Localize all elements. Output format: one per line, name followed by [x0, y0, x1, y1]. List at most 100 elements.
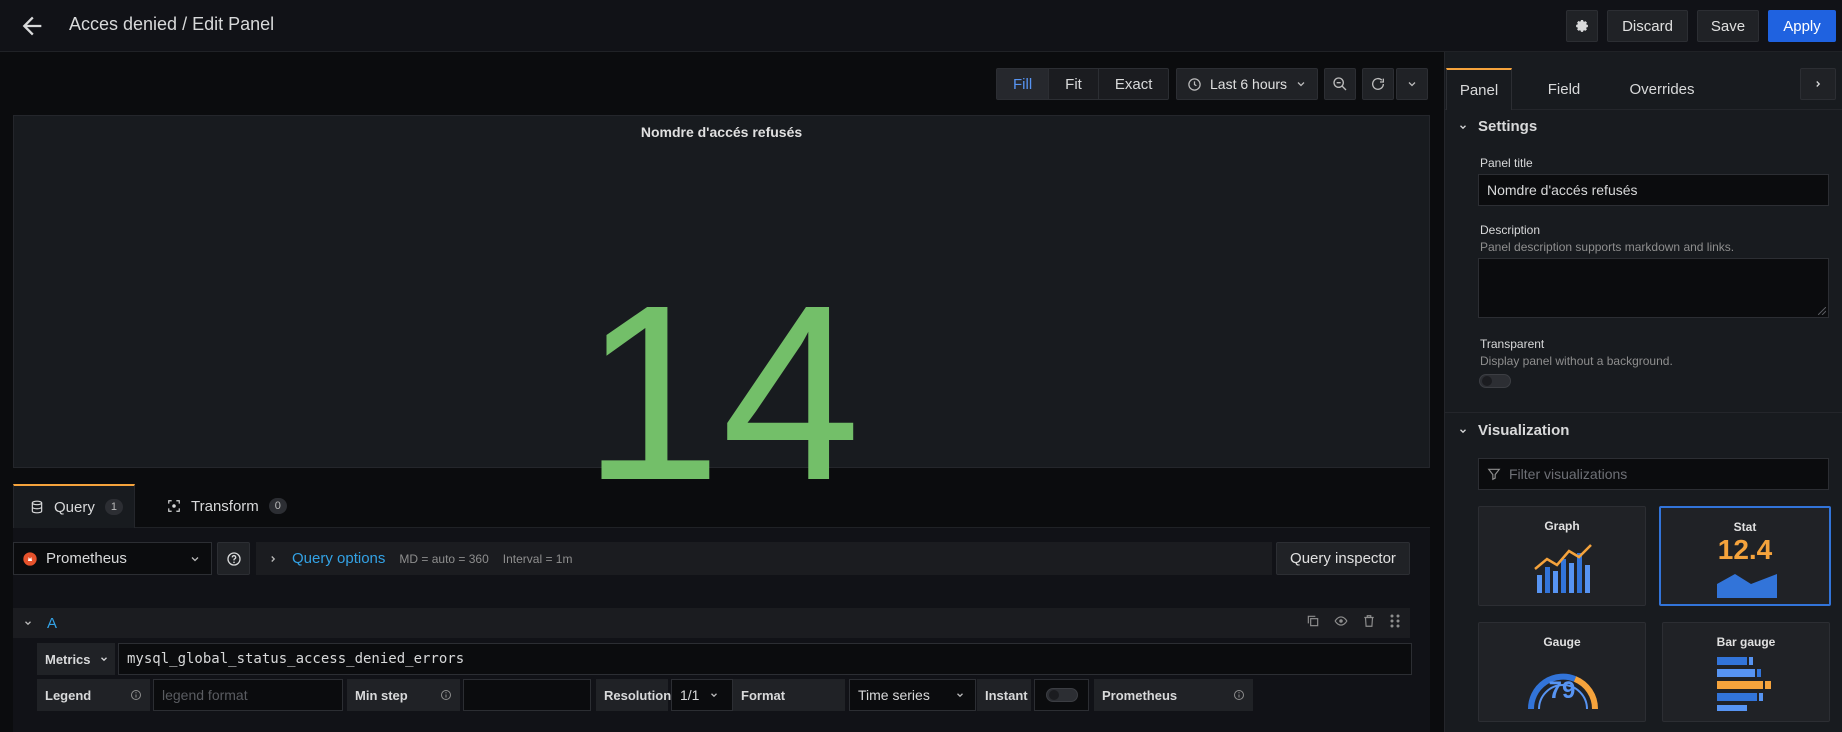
collapse-sidebar-button[interactable] — [1800, 68, 1836, 100]
prometheus-help-box: Prometheus — [1094, 679, 1253, 711]
view-mode-fit[interactable]: Fit — [1049, 69, 1099, 99]
datasource-select[interactable]: Prometheus — [13, 542, 212, 575]
back-arrow-icon[interactable] — [18, 12, 46, 40]
settings-section-header[interactable]: Settings — [1458, 118, 1537, 135]
zoom-out-button[interactable] — [1324, 68, 1356, 100]
info-circle-icon[interactable] — [130, 689, 142, 701]
tab-overrides[interactable]: Overrides — [1614, 68, 1710, 110]
panel-settings-button[interactable] — [1566, 10, 1598, 42]
tab-query[interactable]: Query 1 — [13, 484, 135, 528]
legend-input[interactable]: legend format — [153, 679, 343, 711]
metrics-dropdown[interactable]: Metrics — [37, 643, 115, 675]
copy-icon[interactable] — [1306, 614, 1320, 628]
tab-transform[interactable]: Transform 0 — [167, 484, 307, 528]
description-textarea[interactable] — [1478, 258, 1829, 318]
refresh-icon — [1372, 77, 1384, 90]
time-range-picker[interactable]: Last 6 hours — [1176, 68, 1318, 100]
instant-toggle[interactable] — [1045, 688, 1078, 702]
transform-icon — [168, 500, 180, 512]
viz-card-bar-gauge[interactable]: Bar gauge — [1662, 622, 1830, 722]
tab-query-count: 1 — [104, 499, 123, 515]
panel-title[interactable]: Nomdre d'accés refusés — [14, 124, 1429, 140]
visualization-section-label: Visualization — [1478, 422, 1570, 439]
format-label: Format — [733, 679, 845, 711]
chevron-down-icon — [957, 693, 963, 698]
query-row-header[interactable]: A — [13, 608, 1410, 638]
page-title: Acces denied / Edit Panel — [69, 14, 275, 34]
query-ref-id[interactable]: A — [47, 615, 57, 632]
view-mode-exact[interactable]: Exact — [1099, 69, 1169, 99]
format-select[interactable]: Time series — [849, 679, 976, 711]
tab-field[interactable]: Field — [1532, 68, 1596, 110]
info-circle-icon[interactable] — [1233, 689, 1245, 701]
panel-title-input[interactable]: Nomdre d'accés refusés — [1478, 174, 1829, 206]
description-label: Description — [1480, 223, 1541, 237]
chevron-down-icon — [1460, 124, 1466, 129]
viz-card-graph[interactable]: Graph — [1478, 506, 1646, 606]
viz-card-gauge-label: Gauge — [1543, 635, 1581, 649]
visualization-section-header[interactable]: Visualization — [1458, 422, 1569, 439]
chevron-down-icon — [711, 693, 718, 698]
save-button[interactable]: Save — [1697, 10, 1759, 42]
query-options-bar[interactable]: Query options MD = auto = 360 Interval =… — [256, 542, 1272, 575]
section-divider — [1444, 412, 1842, 413]
help-button[interactable] — [217, 542, 250, 575]
filter-visualizations-input[interactable]: Filter visualizations — [1478, 458, 1829, 490]
viz-card-bar-gauge-label: Bar gauge — [1716, 635, 1776, 649]
filter-icon — [1487, 468, 1501, 481]
datasource-name: Prometheus — [46, 550, 127, 567]
viz-card-stat-label: Stat — [1733, 520, 1757, 534]
resolution-value: 1/1 — [680, 687, 700, 703]
tab-transform-label: Transform — [191, 497, 259, 515]
gear-icon — [1576, 20, 1588, 32]
min-step-input[interactable] — [463, 679, 591, 711]
filter-placeholder: Filter visualizations — [1509, 466, 1628, 482]
trash-icon[interactable] — [1362, 614, 1376, 628]
view-mode-fill[interactable]: Fill — [997, 69, 1050, 99]
query-row-actions — [1306, 614, 1400, 628]
question-circle-icon — [226, 551, 241, 566]
drag-handle-icon[interactable] — [1390, 614, 1400, 628]
info-circle-icon[interactable] — [440, 689, 452, 701]
gauge-sample-value: 79 — [1548, 677, 1576, 704]
min-step-label: Min step — [355, 687, 408, 703]
resize-handle-icon[interactable] — [1818, 307, 1826, 315]
description-help: Panel description supports markdown and … — [1480, 240, 1735, 254]
legend-placeholder: legend format — [162, 687, 248, 703]
query-options-link[interactable]: Query options — [292, 550, 385, 567]
transparent-toggle[interactable] — [1479, 374, 1511, 388]
legend-label: Legend — [45, 687, 92, 703]
viz-card-stat[interactable]: Stat 12.4 — [1659, 506, 1831, 606]
prometheus-help-label: Prometheus — [1102, 687, 1178, 703]
chevron-right-icon — [1816, 81, 1821, 87]
instant-label: Instant — [977, 679, 1031, 711]
metrics-query-input[interactable]: mysql_global_status_access_denied_errors — [118, 643, 1412, 675]
stat-value: 14 — [582, 253, 861, 532]
zoom-out-icon — [1333, 77, 1347, 91]
format-value: Time series — [858, 687, 930, 703]
min-step-label-box: Min step — [347, 679, 460, 711]
discard-button[interactable]: Discard — [1607, 10, 1688, 42]
viz-card-gauge[interactable]: Gauge 79 — [1478, 622, 1646, 722]
tab-query-label: Query — [54, 498, 95, 516]
query-options-md: MD = auto = 360 — [399, 551, 489, 566]
graph-viz-icon — [1534, 544, 1592, 593]
bar-gauge-viz-icon — [1717, 657, 1771, 711]
panel-title-label: Panel title — [1480, 156, 1533, 170]
refresh-button[interactable] — [1362, 68, 1394, 100]
resolution-select[interactable]: 1/1 — [671, 679, 733, 711]
tab-transform-count: 0 — [268, 498, 287, 514]
tab-panel[interactable]: Panel — [1446, 68, 1512, 110]
query-inspector-button[interactable]: Query inspector — [1276, 542, 1410, 575]
refresh-interval-dropdown[interactable] — [1396, 68, 1428, 100]
metrics-label: Metrics — [45, 651, 91, 667]
chevron-down-icon — [191, 556, 199, 561]
chevron-down-icon — [100, 657, 107, 662]
sidebar-tabs: Panel Field Overrides — [1444, 68, 1842, 110]
transparent-help: Display panel without a background. — [1480, 354, 1673, 368]
legend-label-box: Legend — [37, 679, 150, 711]
transparent-label: Transparent — [1480, 337, 1545, 351]
chevron-down-icon — [1460, 428, 1466, 433]
apply-button[interactable]: Apply — [1768, 10, 1836, 42]
eye-icon[interactable] — [1334, 614, 1348, 628]
